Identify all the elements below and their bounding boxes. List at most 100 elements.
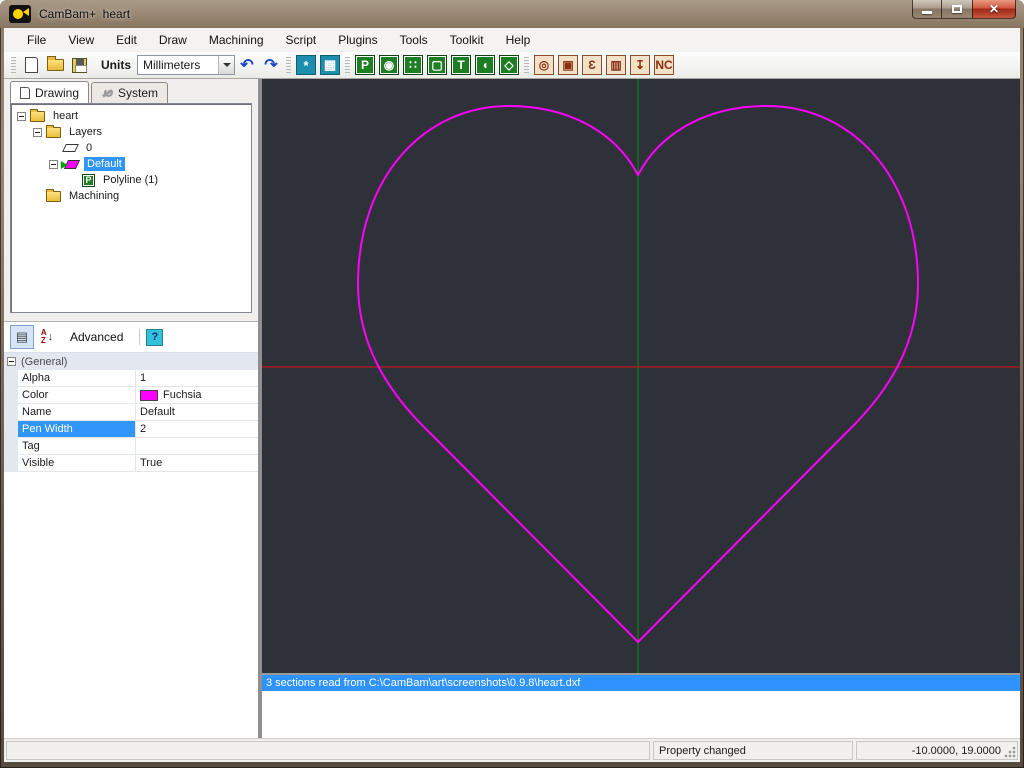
profile-button[interactable]: ▥ — [605, 54, 627, 76]
property-row-name[interactable]: Name Default — [4, 404, 258, 421]
new-file-button[interactable] — [20, 54, 42, 76]
status-bar: Property changed -10.0000, 19.0000 — [4, 738, 1020, 762]
tab-system[interactable]: System — [91, 82, 169, 103]
pocket-icon: ▣ — [558, 55, 578, 75]
menu-tools[interactable]: Tools — [389, 30, 439, 50]
tab-drawing[interactable]: Drawing — [10, 81, 90, 103]
row-indent — [4, 421, 18, 437]
drill-icon: ◎ — [534, 55, 554, 75]
toolbar-grip — [286, 57, 291, 73]
status-panel-empty — [6, 741, 650, 760]
az-sort-icon: AZ — [40, 328, 47, 345]
color-value: Fuchsia — [163, 389, 202, 401]
draw-rectangle-button[interactable]: ▢ — [426, 54, 448, 76]
active-layer-icon — [63, 159, 81, 169]
alphabetical-sort-button[interactable]: A Z ↓ — [34, 325, 60, 349]
wrench-icon — [101, 87, 114, 99]
redo-button[interactable]: ↷ — [260, 54, 282, 76]
side-panel: Drawing System heart Layers 0 Default P … — [4, 79, 258, 738]
menu-toolkit[interactable]: Toolkit — [439, 30, 495, 50]
status-coordinates: -10.0000, 19.0000 — [856, 741, 1018, 760]
property-category-general[interactable]: (General) — [4, 353, 258, 370]
draw-points-button[interactable]: ∷ — [402, 54, 424, 76]
row-indent — [4, 404, 18, 420]
engrave-button[interactable]: Ɛ — [581, 54, 603, 76]
property-row-tag[interactable]: Tag — [4, 438, 258, 455]
tree-item-layers[interactable]: Layers — [15, 124, 251, 140]
maximize-icon — [952, 5, 962, 13]
drill-bit-button[interactable]: ↧ — [629, 54, 651, 76]
draw-text-button[interactable]: T — [450, 54, 472, 76]
undo-button[interactable]: ↶ — [236, 54, 258, 76]
advanced-button[interactable]: Advanced — [60, 330, 133, 344]
draw-circle-button[interactable]: ◉ — [378, 54, 400, 76]
draw-surface-button[interactable]: ◖ — [474, 54, 496, 76]
drawing-tree: heart Layers 0 Default P Polyline (1) Ma… — [10, 103, 252, 313]
tree-item-machining[interactable]: Machining — [15, 188, 251, 204]
status-message: Property changed — [653, 741, 853, 760]
draw-circle-icon: ◉ — [379, 55, 399, 75]
logo-comet — [13, 9, 23, 19]
menu-view[interactable]: View — [57, 30, 105, 50]
layer-icon — [62, 144, 79, 152]
property-toolbar: ▤ A Z ↓ Advanced ? — [4, 322, 258, 352]
title-bar: CamBam+ heart ✕ — [0, 0, 1024, 28]
tree-item-polyline[interactable]: P Polyline (1) — [15, 172, 251, 188]
pocket-button[interactable]: ▣ — [557, 54, 579, 76]
close-button[interactable]: ✕ — [972, 0, 1016, 19]
collapse-icon[interactable] — [33, 127, 42, 137]
tree-item-layer-default[interactable]: Default — [15, 156, 251, 172]
folder-icon — [46, 188, 61, 202]
gcode-button[interactable]: NC — [653, 54, 675, 76]
row-indent — [4, 438, 18, 454]
snap-points-button[interactable]: * — [295, 54, 317, 76]
draw-rectangle-icon: ▢ — [427, 55, 447, 75]
units-dropdown-arrow[interactable] — [218, 56, 234, 74]
minimize-button[interactable] — [912, 0, 942, 19]
menu-machining[interactable]: Machining — [198, 30, 275, 50]
draw-polyline-button[interactable]: P — [354, 54, 376, 76]
save-button[interactable] — [68, 54, 90, 76]
property-row-visible[interactable]: Visible True — [4, 455, 258, 472]
collapse-icon[interactable] — [7, 357, 16, 366]
menu-help[interactable]: Help — [495, 30, 542, 50]
property-row-alpha[interactable]: Alpha 1 — [4, 370, 258, 387]
grid-toggle-button[interactable]: ▦ — [319, 54, 341, 76]
property-row-pen-width[interactable]: Pen Width 2 — [4, 421, 258, 438]
menu-draw[interactable]: Draw — [148, 30, 198, 50]
property-row-color[interactable]: Color Fuchsia — [4, 387, 258, 404]
help-icon: ? — [151, 331, 159, 343]
units-combobox[interactable]: Millimeters — [137, 55, 235, 75]
categorized-view-button[interactable]: ▤ — [10, 325, 34, 349]
window-title: CamBam+ heart — [39, 7, 131, 21]
collapse-icon[interactable] — [49, 159, 58, 169]
row-indent — [4, 455, 18, 471]
undo-icon: ↶ — [240, 57, 254, 74]
log-line[interactable]: 3 sections read from C:\CamBam\art\scree… — [262, 675, 1020, 691]
row-indent — [4, 387, 18, 403]
toolbar-separator — [139, 329, 141, 345]
draw-surface-icon: ◖ — [475, 55, 495, 75]
drawing-canvas[interactable] — [262, 79, 1020, 673]
drill-button[interactable]: ◎ — [533, 54, 555, 76]
side-panel-tabs: Drawing System — [4, 81, 258, 103]
collapse-icon[interactable] — [17, 111, 26, 121]
save-icon — [71, 57, 87, 73]
tree-item-heart[interactable]: heart — [15, 108, 251, 124]
color-swatch — [140, 389, 158, 401]
draw-3d-object-button[interactable]: ◇ — [498, 54, 520, 76]
menu-file[interactable]: File — [16, 30, 57, 50]
menu-plugins[interactable]: Plugins — [327, 30, 388, 50]
close-icon: ✕ — [988, 2, 1000, 16]
toolbar-grip — [524, 57, 529, 73]
maximize-button[interactable] — [942, 0, 972, 19]
panel-splitter[interactable] — [4, 313, 258, 321]
open-file-button[interactable] — [44, 54, 66, 76]
message-log: 3 sections read from C:\CamBam\art\scree… — [262, 673, 1020, 738]
help-button[interactable]: ? — [146, 328, 164, 346]
menu-edit[interactable]: Edit — [105, 30, 148, 50]
tree-item-layer-0[interactable]: 0 — [15, 140, 251, 156]
tab-system-label: System — [118, 86, 159, 100]
resize-grip[interactable] — [1004, 746, 1016, 758]
menu-script[interactable]: Script — [275, 30, 328, 50]
